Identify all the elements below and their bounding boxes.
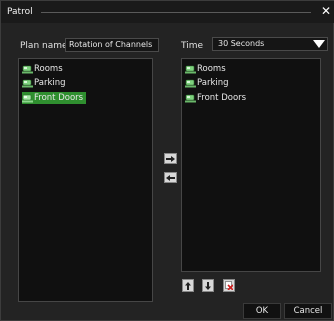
list-item-selected[interactable]: Front Doors [22,92,87,104]
available-channels-list[interactable]: Rooms Parking Front Doors [18,58,153,302]
list-item[interactable]: Rooms [22,63,66,75]
delete-button[interactable] [223,279,235,292]
close-icon[interactable]: ✕ [319,4,333,18]
list-item[interactable]: Parking [185,77,232,89]
cancel-button[interactable]: Cancel [284,303,332,319]
list-item-label: Front Doors [34,93,84,103]
camera-icon [185,79,196,88]
camera-icon [22,94,33,103]
chevron-down-icon[interactable] [313,40,325,48]
title-divider [41,12,311,13]
list-item-label: Front Doors [197,93,247,103]
move-up-button[interactable] [182,279,194,292]
plan-name-input[interactable]: Rotation of Channels [65,38,159,52]
list-item-label: Parking [197,78,229,88]
camera-icon [22,79,33,88]
add-to-patrol-button[interactable] [164,153,177,164]
dialog-title: Patrol [7,7,33,17]
list-item[interactable]: Front Doors [185,92,249,104]
time-select-value: 30 Seconds [218,39,265,48]
remove-from-patrol-button[interactable] [164,172,177,183]
camera-icon [22,65,33,74]
arrow-down-icon [205,281,211,290]
move-down-button[interactable] [202,279,214,292]
arrow-up-icon [185,281,191,290]
arrow-right-icon [166,155,175,162]
plan-name-label: Plan name [20,41,68,51]
camera-icon [185,94,196,103]
delete-icon [225,281,233,290]
patrol-dialog: Patrol ✕ Plan name Rotation of Channels … [0,0,334,321]
title-bar[interactable]: Patrol ✕ [1,1,334,23]
list-item[interactable]: Rooms [185,63,229,75]
time-label: Time [181,41,204,51]
ok-button[interactable]: OK [243,303,281,319]
list-item-label: Rooms [197,64,226,74]
patrol-channels-list[interactable]: Rooms Parking Front Doors [181,58,321,272]
list-item-label: Rooms [34,64,63,74]
camera-icon [185,65,196,74]
arrow-left-icon [166,174,175,181]
time-select[interactable]: 30 Seconds [212,37,328,51]
list-item-label: Parking [34,78,66,88]
list-item[interactable]: Parking [22,77,69,89]
